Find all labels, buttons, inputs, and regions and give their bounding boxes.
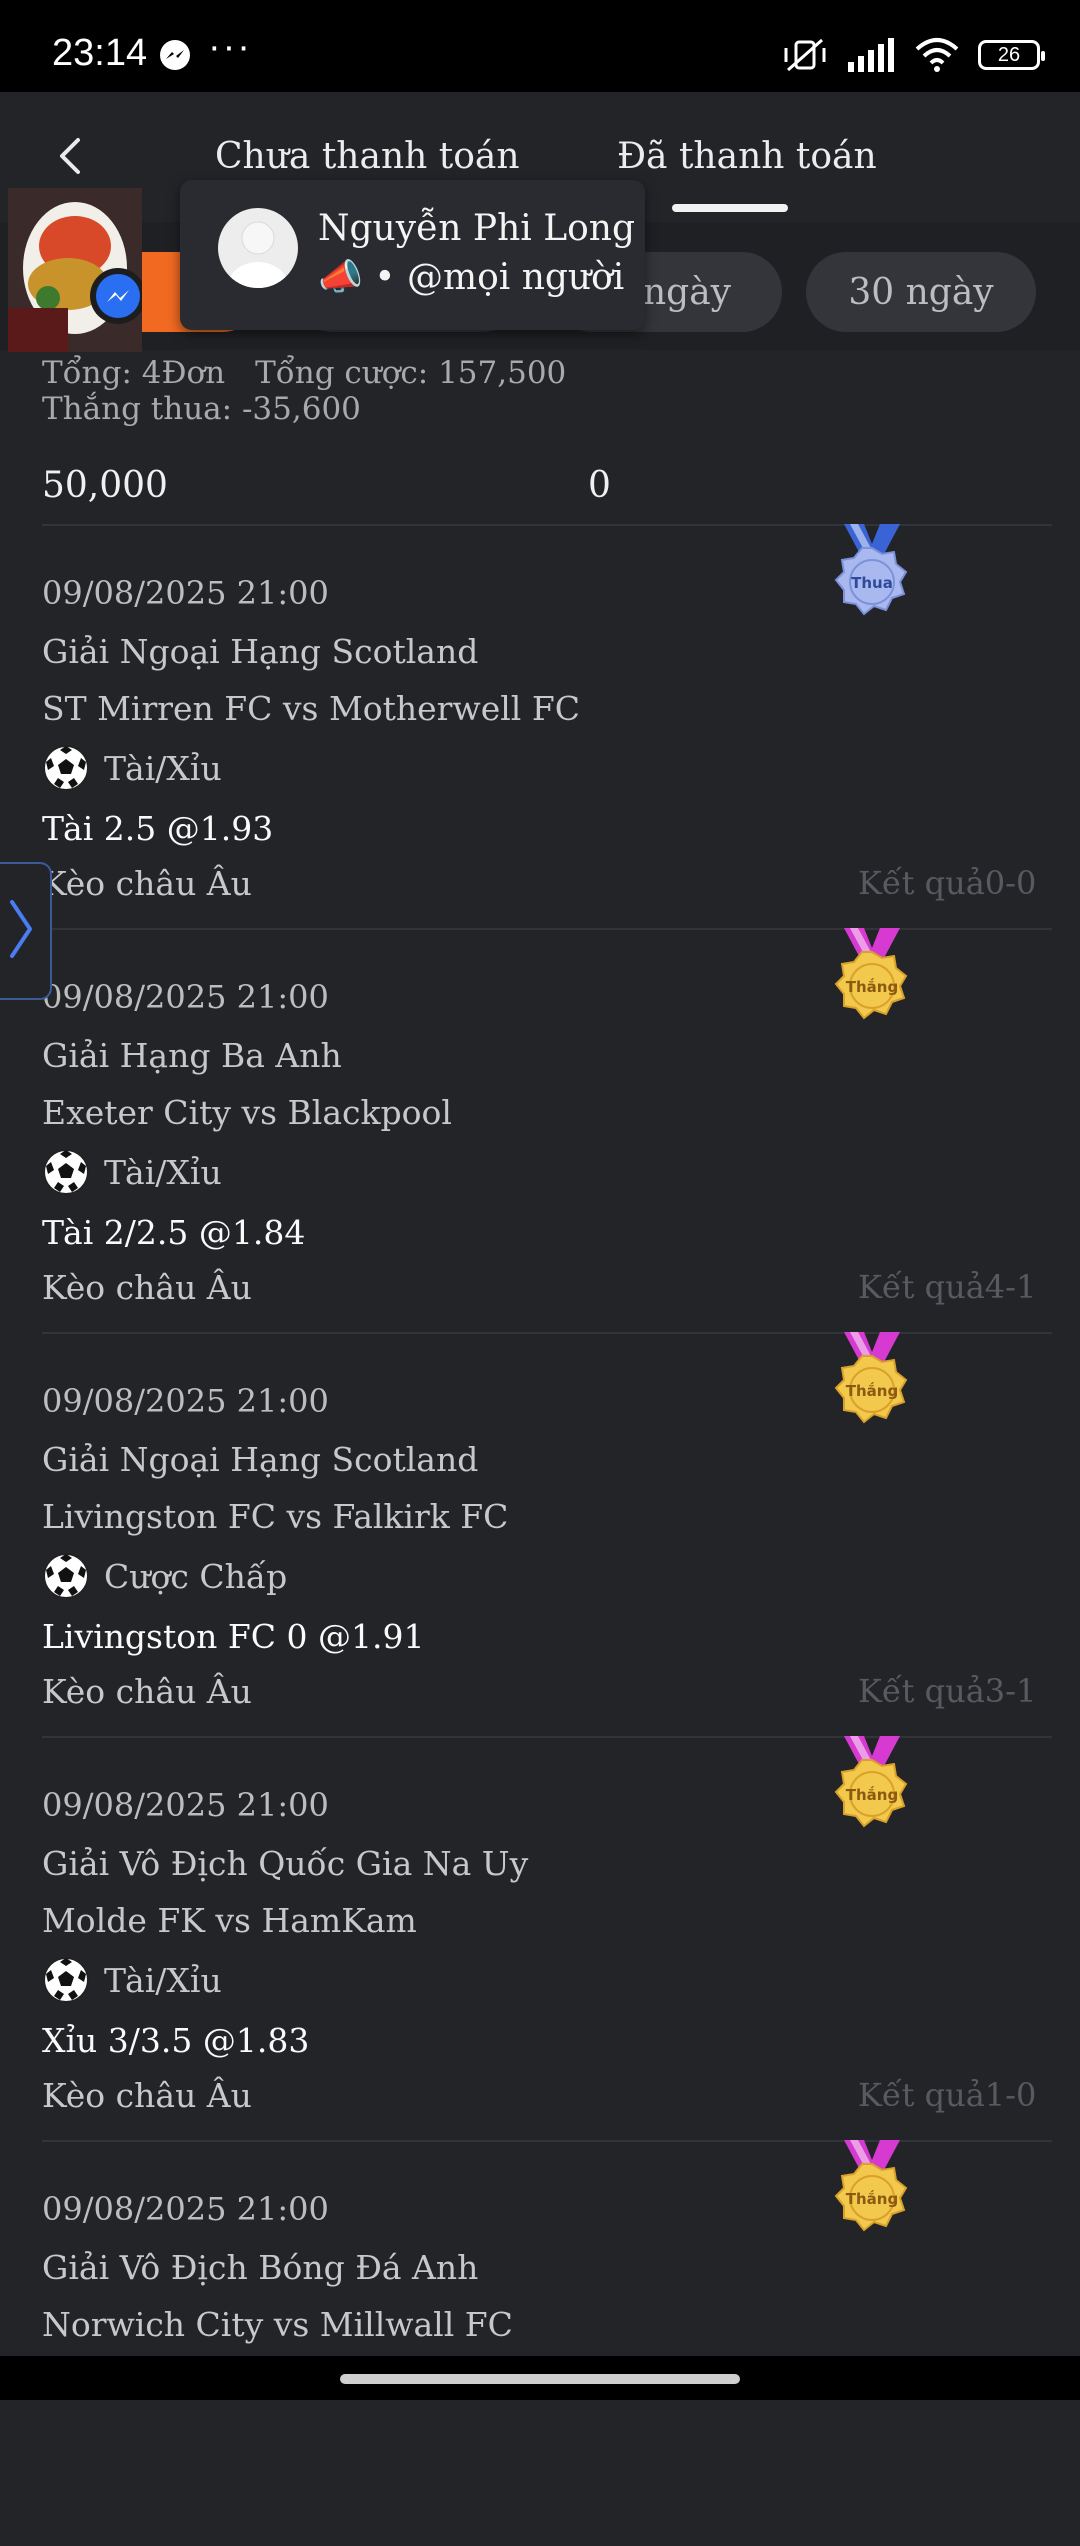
- bet-odds-type: Kèo châu Âu: [42, 1672, 252, 1711]
- medal-status-label: Thắng: [846, 977, 898, 996]
- soccer-ball-icon: [43, 1553, 89, 1599]
- summary-total-bet: Tổng cược: 157,500: [255, 355, 567, 391]
- chat-avatar: [218, 208, 298, 288]
- bet-datetime: 09/08/2025 21:00: [42, 1786, 329, 1824]
- chat-notification[interactable]: Nguyễn Phi Long 📣 • @mọi người: [180, 180, 645, 330]
- bet-match: Exeter City vs Blackpool: [42, 1093, 452, 1132]
- win-medal-icon: Thắng: [834, 928, 908, 1020]
- win-medal-icon: Thắng: [834, 2140, 908, 2232]
- filter-label: ngày: [642, 271, 732, 313]
- wifi-icon: [915, 38, 959, 72]
- signal-icon: [848, 38, 894, 72]
- bet-odds-type: Kèo châu Âu: [42, 2076, 252, 2115]
- home-indicator[interactable]: [340, 2374, 740, 2384]
- bet-market: Tài/Xỉu: [42, 744, 222, 792]
- bet-market-label: Tài/Xỉu: [104, 748, 222, 788]
- bet-league: Giải Ngoại Hạng Scotland: [42, 632, 479, 671]
- chat-head-avatar[interactable]: [8, 188, 142, 352]
- bet-league: Giải Vô Địch Bóng Đá Anh: [42, 2248, 479, 2287]
- summary: Tổng: 4Đơn Tổng cược: 157,500 Thắng thua:…: [42, 355, 566, 427]
- bet-league: Giải Ngoại Hạng Scotland: [42, 1440, 479, 1479]
- status-bar: 23:14 ··· 26: [0, 0, 1080, 92]
- bet-selection: Livingston FC 0 @1.91: [42, 1617, 425, 1656]
- bet-result: Kết quả0-0: [858, 864, 1037, 902]
- bet-card[interactable]: Thắng 09/08/2025 21:00 Giải Vô Địch Bóng…: [0, 2140, 1080, 2546]
- bet-match: ST Mirren FC vs Motherwell FC: [42, 689, 580, 728]
- medal-status-label: Thắng: [846, 1785, 898, 1804]
- messenger-icon: [160, 40, 190, 70]
- bet-result: Kết quả3-1: [858, 1672, 1037, 1710]
- filter-pill-30-days[interactable]: 30 ngày: [806, 252, 1036, 332]
- bet-match: Livingston FC vs Falkirk FC: [42, 1497, 509, 1536]
- chevron-right-icon: [10, 900, 32, 958]
- filter-label: 30 ngày: [848, 271, 994, 313]
- bet-selection: Tài 2.5 @1.93: [42, 809, 274, 848]
- person-icon: [228, 221, 288, 288]
- bet-odds-type: Kèo châu Âu: [42, 864, 252, 903]
- summary-win-loss: Thắng thua: -35,600: [42, 391, 361, 427]
- bet-card[interactable]: Thắng 09/08/2025 21:00 Giải Hạng Ba Anh …: [0, 928, 1080, 1334]
- soccer-ball-icon: [43, 745, 89, 791]
- bet-market: Tài/Xỉu: [42, 1148, 222, 1196]
- bet-match: Norwich City vs Millwall FC: [42, 2305, 513, 2344]
- bet-market: Cược Chấp: [42, 1552, 287, 1600]
- win-medal-icon: Thắng: [834, 1332, 908, 1424]
- loss-medal-icon: Thua: [834, 524, 908, 616]
- bet-odds-type: Kèo châu Âu: [42, 1268, 252, 1307]
- bet-result: Kết quả1-0: [858, 2076, 1037, 2114]
- bet-match: Molde FK vs HamKam: [42, 1901, 417, 1940]
- amount-left: 50,000: [42, 465, 168, 506]
- bet-result: Kết quả4-1: [858, 1268, 1037, 1306]
- soccer-ball-icon: [43, 1149, 89, 1195]
- chat-sender-name: Nguyễn Phi Long: [318, 208, 636, 249]
- bet-datetime: 09/08/2025 21:00: [42, 978, 329, 1016]
- tab-paid[interactable]: Đã thanh toán: [617, 136, 877, 177]
- bet-market-label: Tài/Xỉu: [104, 1152, 222, 1192]
- tab-unpaid[interactable]: Chưa thanh toán: [215, 136, 520, 177]
- vibrate-off-icon: [784, 38, 826, 72]
- bet-datetime: 09/08/2025 21:00: [42, 1382, 329, 1420]
- bet-selection: Tài 2/2.5 @1.84: [42, 1213, 306, 1252]
- bet-selection: Xỉu 3/3.5 @1.83: [42, 2021, 310, 2060]
- status-icons: 26: [782, 36, 1045, 74]
- side-drawer-handle[interactable]: [0, 862, 52, 1000]
- win-medal-icon: Thắng: [834, 1736, 908, 1828]
- bet-league: Giải Hạng Ba Anh: [42, 1036, 342, 1075]
- amount-right: 0: [588, 465, 611, 506]
- back-arrow-icon[interactable]: [50, 134, 90, 178]
- medal-status-label: Thắng: [846, 2189, 898, 2208]
- bet-league: Giải Vô Địch Quốc Gia Na Uy: [42, 1844, 529, 1883]
- medal-status-label: Thắng: [846, 1381, 898, 1400]
- battery-level: 26: [997, 43, 1021, 66]
- bet-card[interactable]: Thắng 09/08/2025 21:00 Giải Vô Địch Quốc…: [0, 1736, 1080, 2142]
- bet-datetime: 09/08/2025 21:00: [42, 2190, 329, 2228]
- battery-icon: 26: [978, 40, 1045, 70]
- bet-card[interactable]: Thua 09/08/2025 21:00 Giải Ngoại Hạng Sc…: [0, 524, 1080, 930]
- active-tab-indicator: [672, 204, 788, 212]
- status-more-dots: ···: [208, 26, 252, 68]
- bet-market-label: Cược Chấp: [104, 1556, 288, 1596]
- status-time: 23:14: [52, 32, 148, 74]
- bet-card[interactable]: Thắng 09/08/2025 21:00 Giải Ngoại Hạng S…: [0, 1332, 1080, 1738]
- bet-datetime: 09/08/2025 21:00: [42, 574, 329, 612]
- chat-subtitle: 📣 • @mọi người: [318, 257, 625, 298]
- soccer-ball-icon: [43, 1957, 89, 2003]
- medal-status-label: Thua: [851, 574, 893, 592]
- bet-market-label: Tài/Xỉu: [104, 1960, 222, 2000]
- bet-market: Tài/Xỉu: [42, 1956, 222, 2004]
- summary-total: Tổng: 4Đơn: [42, 355, 226, 391]
